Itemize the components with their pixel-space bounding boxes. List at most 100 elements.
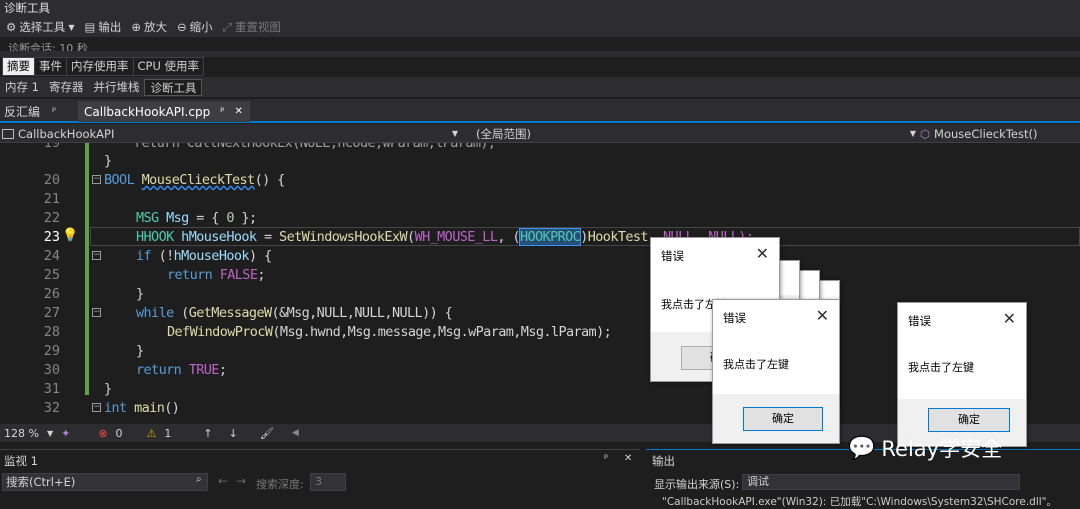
search-depth-select[interactable]: 3 [310, 473, 346, 491]
dialog-title: 错误 [908, 314, 931, 328]
pin-icon[interactable]: ᵖ [604, 453, 608, 464]
line-number: 29 [43, 343, 60, 359]
zoom-in-icon: ⊕ [131, 20, 141, 34]
tab-parallel-stacks[interactable]: 并行堆栈 [88, 79, 144, 96]
ok-button[interactable]: 确定 [928, 408, 1010, 432]
line-number: 26 [43, 286, 60, 302]
dialog-title: 错误 [723, 311, 746, 325]
diagnostic-tabs: 摘要 事件 内存使用率 CPU 使用率 [2, 57, 205, 76]
error-icon[interactable]: ⊗ [98, 427, 107, 440]
collapse-32-icon[interactable]: − [92, 403, 101, 412]
debug-tool-tabs: 内存 1 寄存器 并行堆栈 诊断工具 [0, 77, 203, 97]
line-number: 19 [43, 143, 60, 151]
tab-memory-usage[interactable]: 内存使用率 [67, 58, 134, 75]
reset-view-icon: ⤢ [222, 19, 232, 34]
forward-arrow-icon[interactable]: → [236, 474, 246, 488]
code-line-31: } [104, 381, 112, 397]
chevron-down-icon: ▼ [909, 129, 916, 138]
ok-button[interactable]: 确定 [743, 407, 823, 431]
collapse-20-icon[interactable]: − [92, 175, 101, 184]
collapse-27-icon[interactable]: − [92, 308, 101, 317]
tab-memory-1[interactable]: 内存 1 [0, 79, 44, 96]
line-number: 30 [43, 362, 60, 378]
output-line: "CallbackHookAPI.exe"(Win32): 已加载"C:\Win… [662, 496, 1057, 508]
chevron-down-icon: ▼ [68, 22, 75, 32]
code-line-26: } [136, 286, 144, 302]
project-dropdown[interactable]: CallbackHookAPI ▼ [2, 125, 458, 142]
watch-search-input[interactable]: 搜索(Ctrl+E) [2, 473, 208, 491]
line-number: 21 [43, 191, 60, 207]
close-icon[interactable]: ✕ [756, 244, 769, 263]
tab-cpu-usage[interactable]: CPU 使用率 [134, 58, 205, 75]
diagnostic-toolbar: ⚙ 选择工具 ▼ ▤ 输出 ⊕ 放大 ⊖ 缩小 ⤢ 重置视图 [0, 17, 1080, 37]
tab-registers[interactable]: 寄存器 [44, 79, 89, 96]
lightbulb-icon[interactable]: 💡 [62, 228, 78, 243]
close-icon[interactable]: ✕ [235, 106, 243, 117]
line-number: 20 [43, 172, 60, 188]
warning-icon[interactable]: ⚠ [147, 427, 157, 440]
zoom-out-button[interactable]: ⊖ 缩小 [177, 19, 213, 35]
zoom-in-button[interactable]: ⊕ 放大 [131, 19, 167, 35]
pin-icon[interactable]: ᵖ [220, 106, 224, 117]
down-arrow-icon[interactable]: ↓ [229, 427, 238, 440]
output-button[interactable]: ▤ 输出 [84, 19, 121, 35]
watermark: 💬 Relay学安全 [848, 432, 1002, 464]
brush-icon[interactable]: 🖌 [260, 427, 274, 440]
code-line-32: int main() [104, 400, 180, 416]
zoom-level[interactable]: 128 % [4, 427, 39, 440]
cube-icon: ⬡ [920, 126, 931, 141]
project-icon [2, 128, 14, 139]
tab-disassembly[interactable]: 反汇编 ᵖ [0, 101, 56, 122]
change-bar [85, 143, 89, 395]
reset-view-button[interactable]: ⤢ 重置视图 [223, 19, 281, 35]
line-number: 23 [43, 229, 60, 245]
chevron-down-icon[interactable]: ▼ [47, 429, 53, 438]
code-line-24: if (!hMouseHook) { [136, 248, 272, 264]
code-line-28: DefWindowProcW(Msg.hwnd,Msg.message,Msg.… [167, 324, 612, 340]
tab-events[interactable]: 事件 [35, 58, 67, 75]
close-icon[interactable]: ✕ [816, 306, 829, 325]
session-text: 诊断会话: 10 秒 [8, 42, 88, 51]
line-number: 31 [43, 381, 60, 397]
line-number: 22 [43, 210, 60, 226]
close-icon[interactable]: ✕ [624, 453, 632, 464]
line-number: 27 [43, 305, 60, 321]
output-source-select[interactable]: 调试 [742, 474, 1020, 490]
error-count: 0 [115, 426, 123, 440]
error-dialog[interactable]: 错误 ✕ 我点击了左键 确定 [712, 299, 840, 444]
dialog-message: 我点击了左键 [723, 358, 789, 371]
code-line-19: return CallNextHookEx(NULL,nCode,wParam,… [104, 143, 496, 151]
member-dropdown[interactable]: ⬡ MouseClieckTest() [920, 125, 1080, 142]
tab-summary[interactable]: 摘要 [3, 58, 35, 75]
up-arrow-icon[interactable]: ↑ [203, 427, 212, 440]
gear-icon: ⚙ [6, 20, 17, 34]
dialog-title: 错误 [661, 249, 684, 263]
code-line-29: } [136, 343, 144, 359]
line-number: 24 [43, 248, 60, 264]
chevron-down-icon: ▼ [451, 129, 458, 138]
code-line-30: return TRUE; [136, 362, 227, 378]
search-icon[interactable]: ⌕ [196, 474, 202, 485]
select-tool-button[interactable]: ⚙ 选择工具 ▼ [6, 19, 74, 35]
line-number: 25 [43, 267, 60, 283]
ai-icon: ✦ [61, 426, 71, 440]
pin-icon[interactable]: ᵖ [52, 106, 56, 117]
code-line-27: while (GetMessageW(&Msg,NULL,NULL,NULL))… [136, 305, 453, 321]
code-line-19b: } [104, 153, 112, 169]
warning-count: 1 [164, 426, 172, 440]
tab-callbackhookapi-cpp[interactable]: CallbackHookAPI.cpp ᵖ ✕ [78, 101, 250, 122]
close-icon[interactable]: ✕ [1003, 309, 1016, 328]
collapse-24-icon[interactable]: − [92, 251, 101, 260]
dialog-message: 我点击了左键 [908, 361, 974, 374]
back-arrow-icon[interactable]: ← [218, 474, 228, 488]
scope-dropdown[interactable]: (全局范围) ▼ [462, 125, 916, 142]
code-line-20: BOOL MouseClieckTest() { [104, 172, 285, 188]
wechat-icon: 💬 [848, 435, 876, 461]
error-dialog[interactable]: 错误 ✕ 我点击了左键 确定 [897, 302, 1027, 447]
search-depth-label: 搜索深度: [256, 478, 304, 491]
code-line-25: return FALSE; [167, 267, 265, 283]
chevron-left-icon[interactable]: ◀ [292, 428, 299, 438]
tab-diagnostic-tools[interactable]: 诊断工具 [144, 78, 203, 96]
window-title-bar: 诊断工具 [0, 0, 1080, 17]
watch-title: 监视 1 [4, 454, 38, 468]
